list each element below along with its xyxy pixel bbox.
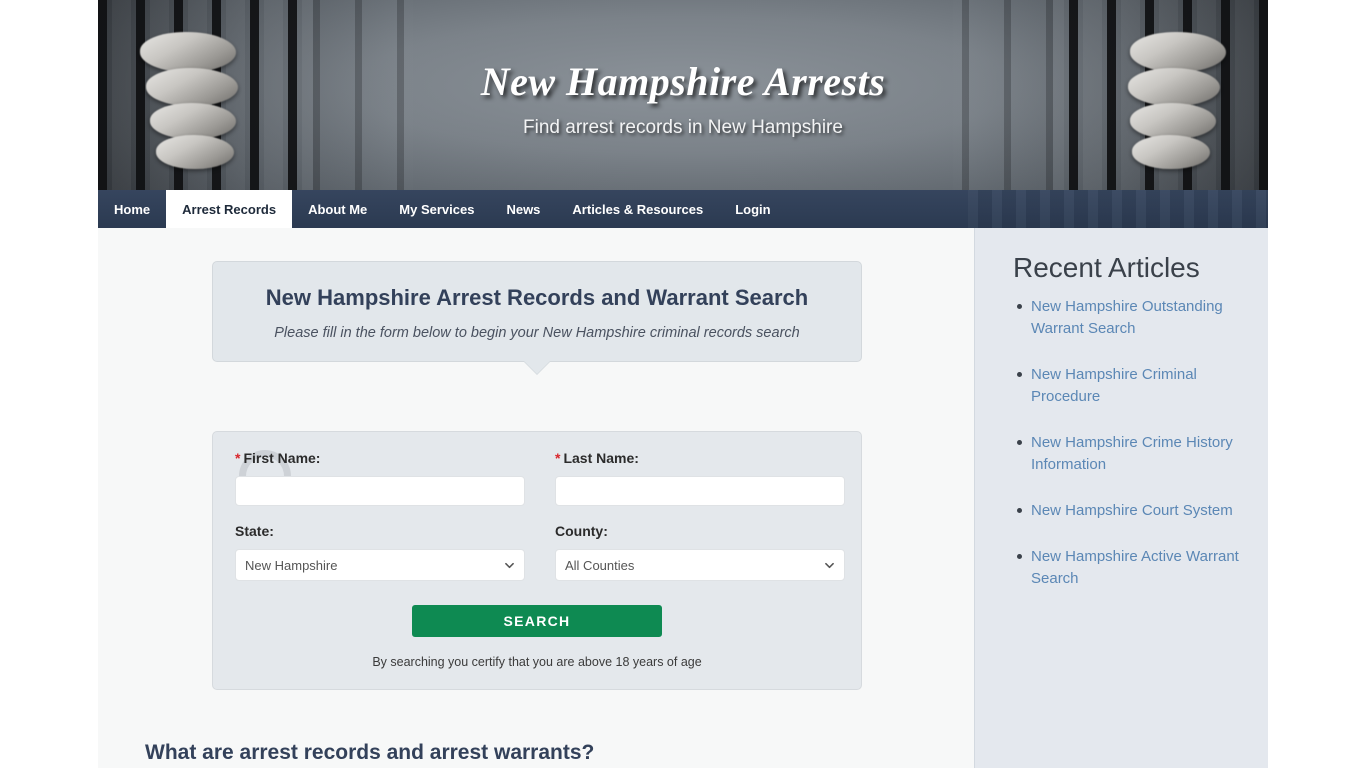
state-select[interactable]: New Hampshire <box>235 549 525 581</box>
search-button[interactable]: SEARCH <box>412 605 662 637</box>
site-title: New Hampshire Arrests <box>480 59 886 104</box>
sidebar-link-outstanding-warrant-search[interactable]: New Hampshire Outstanding Warrant Search <box>1031 298 1223 337</box>
page-root: New Hampshire Arrests Find arrest record… <box>0 0 1366 768</box>
required-asterisk: * <box>235 450 241 466</box>
site-container: New Hampshire Arrests Find arrest record… <box>98 0 1268 768</box>
first-name-field-group: * First Name: <box>235 450 525 506</box>
location-fields-row: State: New Hampshire County: All Countie… <box>235 523 845 581</box>
nav-item-my-services[interactable]: My Services <box>383 190 490 228</box>
required-asterisk: * <box>555 450 561 466</box>
county-field-group: County: All Counties <box>555 523 845 581</box>
page-title: New Hampshire Arrest Records and Warrant… <box>265 285 809 310</box>
site-tagline: Find arrest records in New Hampshire <box>523 117 843 138</box>
first-name-label: * First Name: <box>235 450 525 466</box>
callout-pointer <box>524 361 550 374</box>
content-area: New Hampshire Arrest Records and Warrant… <box>98 228 1268 768</box>
page-subtitle: Please fill in the form below to begin y… <box>274 325 800 341</box>
age-disclaimer: By searching you certify that you are ab… <box>372 655 702 669</box>
name-fields-row: * First Name: * Last Name: <box>235 450 845 506</box>
nav-item-arrest-records[interactable]: Arrest Records <box>166 190 293 228</box>
list-item: New Hampshire Active Warrant Search <box>1017 546 1250 590</box>
nav-item-news[interactable]: News <box>490 190 556 228</box>
last-name-field-group: * Last Name: <box>555 450 845 506</box>
sidebar-link-crime-history-information[interactable]: New Hampshire Crime History Information <box>1031 434 1233 473</box>
site-banner: New Hampshire Arrests Find arrest record… <box>98 0 1268 190</box>
nav-item-login[interactable]: Login <box>719 190 786 228</box>
list-item: New Hampshire Outstanding Warrant Search <box>1017 296 1250 340</box>
first-name-label-text: First Name: <box>243 450 321 466</box>
list-item: New Hampshire Court System <box>1017 500 1250 522</box>
list-item: New Hampshire Crime History Information <box>1017 432 1250 476</box>
search-button-row: SEARCH <box>235 605 839 637</box>
nav-item-home[interactable]: Home <box>98 190 166 228</box>
recent-articles-list: New Hampshire Outstanding Warrant Search… <box>975 296 1268 590</box>
last-name-input[interactable] <box>555 476 845 506</box>
county-select[interactable]: All Counties <box>555 549 845 581</box>
last-name-label: * Last Name: <box>555 450 845 466</box>
last-name-label-text: Last Name: <box>563 450 639 466</box>
article-heading: What are arrest records and arrest warra… <box>145 741 595 764</box>
sidebar-title: Recent Articles <box>1013 252 1200 283</box>
sidebar: Recent Articles New Hampshire Outstandin… <box>974 228 1268 768</box>
list-item: New Hampshire Criminal Procedure <box>1017 364 1250 408</box>
main-column: New Hampshire Arrest Records and Warrant… <box>98 228 974 768</box>
sidebar-link-court-system[interactable]: New Hampshire Court System <box>1031 502 1233 519</box>
first-name-input[interactable] <box>235 476 525 506</box>
nav-item-about-me[interactable]: About Me <box>292 190 383 228</box>
county-label: County: <box>555 523 608 539</box>
state-field-group: State: New Hampshire <box>235 523 525 581</box>
state-select-wrapper: New Hampshire <box>235 549 525 581</box>
search-callout-box: New Hampshire Arrest Records and Warrant… <box>212 261 862 374</box>
sidebar-link-active-warrant-search[interactable]: New Hampshire Active Warrant Search <box>1031 548 1239 587</box>
state-label: State: <box>235 523 274 539</box>
nav-item-articles-resources[interactable]: Articles & Resources <box>556 190 719 228</box>
main-navigation: Home Arrest Records About Me My Services… <box>98 190 1268 228</box>
arrest-search-form: * First Name: * Last Name: State: New Ha… <box>212 431 862 690</box>
sidebar-link-criminal-procedure[interactable]: New Hampshire Criminal Procedure <box>1031 366 1197 405</box>
county-select-wrapper: All Counties <box>555 549 845 581</box>
